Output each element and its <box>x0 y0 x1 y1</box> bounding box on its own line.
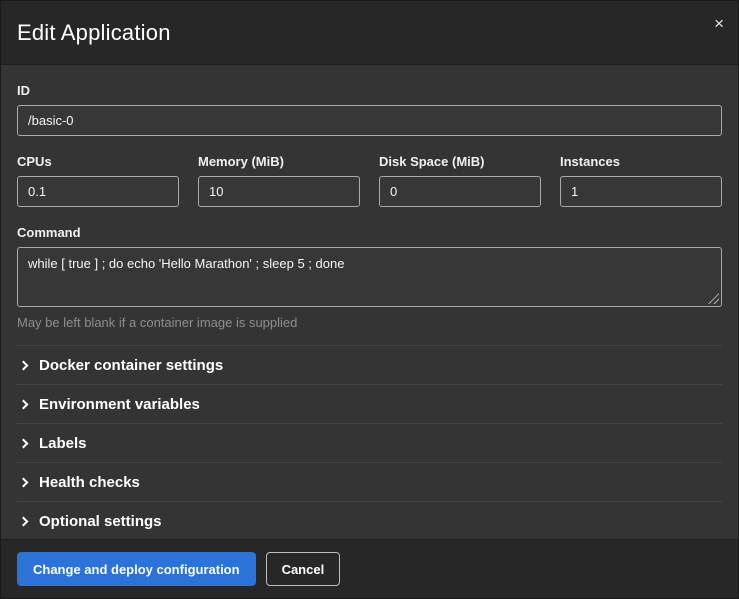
chevron-right-icon <box>19 517 29 527</box>
chevron-right-icon <box>19 360 29 370</box>
memory-field-group: Memory (MiB) <box>198 154 360 207</box>
command-label: Command <box>17 225 722 240</box>
close-icon[interactable]: × <box>714 15 724 32</box>
id-input[interactable] <box>17 105 722 136</box>
id-label: ID <box>17 83 722 98</box>
instances-label: Instances <box>560 154 722 169</box>
instances-field-group: Instances <box>560 154 722 207</box>
memory-input[interactable] <box>198 176 360 207</box>
modal-title: Edit Application <box>17 20 171 46</box>
section-label: Health checks <box>39 474 140 491</box>
modal-body: ID CPUs Memory (MiB) Disk Space (MiB) In… <box>1 65 738 539</box>
chevron-right-icon <box>19 399 29 409</box>
chevron-right-icon <box>19 438 29 448</box>
cpus-label: CPUs <box>17 154 179 169</box>
resources-row: CPUs Memory (MiB) Disk Space (MiB) Insta… <box>17 154 722 207</box>
disk-field-group: Disk Space (MiB) <box>379 154 541 207</box>
command-textarea-wrap: while [ true ] ; do echo 'Hello Marathon… <box>17 247 722 307</box>
chevron-right-icon <box>19 477 29 487</box>
section-optional-settings[interactable]: Optional settings <box>17 502 722 539</box>
cancel-button[interactable]: Cancel <box>266 552 341 586</box>
modal-footer: Change and deploy configuration Cancel <box>1 539 738 598</box>
section-label: Docker container settings <box>39 357 223 374</box>
disk-label: Disk Space (MiB) <box>379 154 541 169</box>
id-field-group: ID <box>17 83 722 136</box>
section-label: Environment variables <box>39 396 200 413</box>
change-and-deploy-button[interactable]: Change and deploy configuration <box>17 552 256 586</box>
disk-input[interactable] <box>379 176 541 207</box>
cpus-input[interactable] <box>17 176 179 207</box>
cpus-field-group: CPUs <box>17 154 179 207</box>
modal-header: Edit Application × <box>1 1 738 65</box>
command-field-group: Command while [ true ] ; do echo 'Hello … <box>17 225 722 330</box>
edit-application-modal: Edit Application × ID CPUs Memory (MiB) … <box>0 0 739 599</box>
command-help-text: May be left blank if a container image i… <box>17 315 722 330</box>
section-labels[interactable]: Labels <box>17 424 722 463</box>
memory-label: Memory (MiB) <box>198 154 360 169</box>
section-label: Labels <box>39 435 87 452</box>
section-label: Optional settings <box>39 513 162 530</box>
section-health-checks[interactable]: Health checks <box>17 463 722 502</box>
command-textarea[interactable]: while [ true ] ; do echo 'Hello Marathon… <box>17 247 722 307</box>
section-environment-variables[interactable]: Environment variables <box>17 385 722 424</box>
collapsible-sections: Docker container settings Environment va… <box>17 345 722 539</box>
instances-input[interactable] <box>560 176 722 207</box>
section-docker-container-settings[interactable]: Docker container settings <box>17 346 722 385</box>
